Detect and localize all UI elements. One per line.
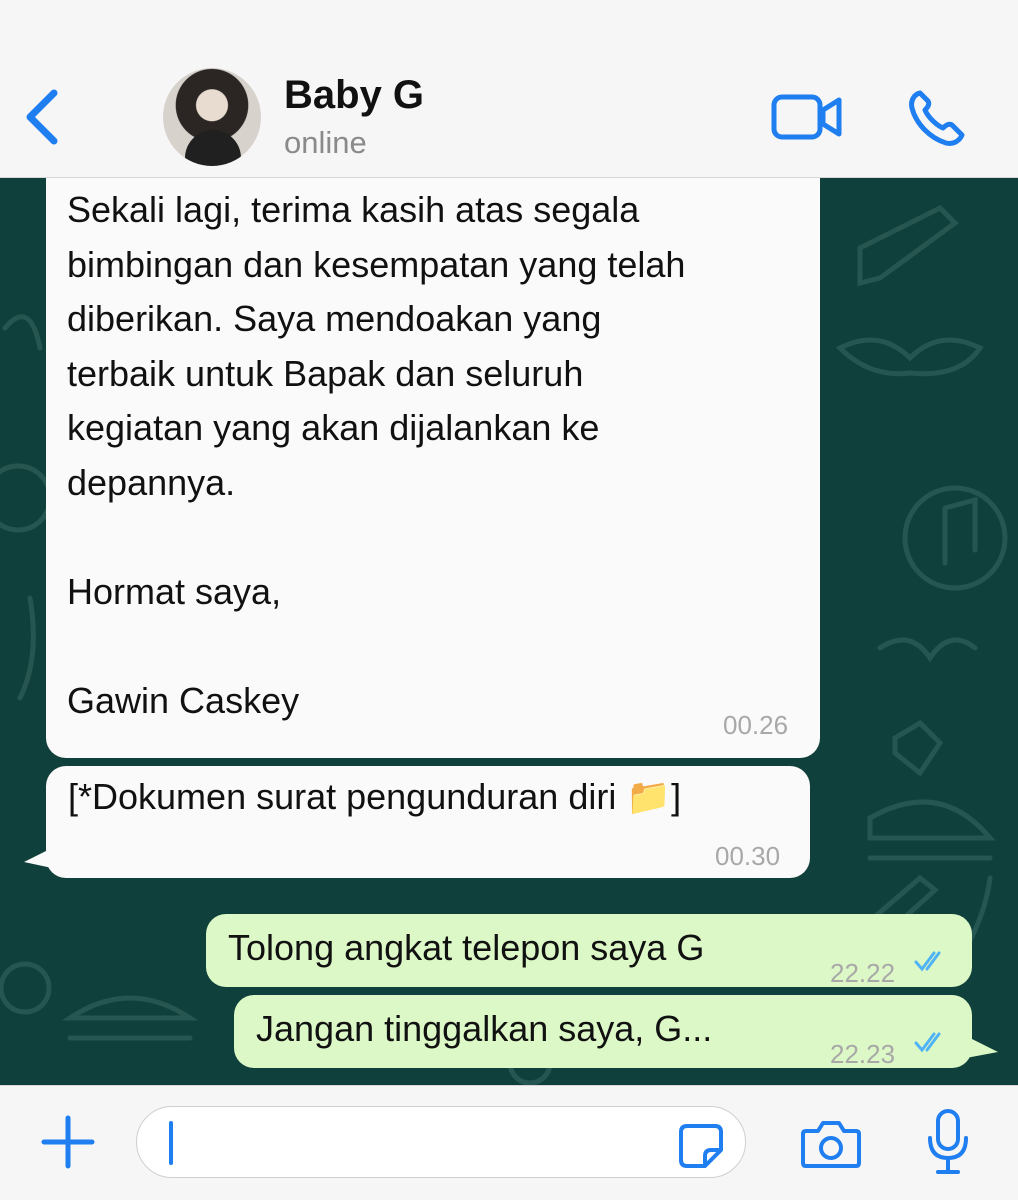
- camera-icon[interactable]: [800, 1119, 862, 1169]
- message-composer: [0, 1085, 1018, 1200]
- message-text: Tolong angkat telepon saya G: [228, 927, 705, 968]
- contact-avatar[interactable]: [163, 68, 261, 166]
- incoming-message[interactable]: Sekali lagi, terima kasih atas segala bi…: [46, 178, 820, 758]
- message-text: [*Dokumen surat pengunduran diri 📁]: [68, 776, 682, 817]
- read-receipt-icon: [914, 951, 941, 972]
- outgoing-message[interactable]: Jangan tinggalkan saya, G... 22.23: [234, 995, 972, 1069]
- back-chevron-icon[interactable]: [20, 85, 70, 150]
- chat-header: Baby G online: [0, 0, 1018, 178]
- voice-call-icon[interactable]: [906, 88, 968, 148]
- plus-icon[interactable]: [38, 1112, 98, 1172]
- message-text: Jangan tinggalkan saya, G...: [256, 1008, 713, 1049]
- chat-area[interactable]: Sekali lagi, terima kasih atas segala bi…: [0, 178, 1018, 1085]
- contact-status: online: [284, 125, 367, 160]
- message-time: 00.26: [723, 710, 789, 740]
- video-call-icon[interactable]: [771, 92, 843, 142]
- read-receipt-icon: [914, 1032, 941, 1053]
- microphone-icon[interactable]: [925, 1108, 971, 1176]
- message-time: 22.23: [830, 1039, 896, 1069]
- bubble-tail: [966, 1036, 998, 1058]
- message-text: Sekali lagi, terima kasih atas segala bi…: [67, 189, 686, 721]
- message-time: 00.30: [715, 841, 781, 871]
- incoming-document-message[interactable]: [*Dokumen surat pengunduran diri 📁] 00.3…: [46, 766, 810, 878]
- text-cursor: [169, 1121, 173, 1165]
- outgoing-message[interactable]: Tolong angkat telepon saya G 22.22: [206, 914, 972, 988]
- message-input[interactable]: [136, 1106, 746, 1178]
- sticker-icon[interactable]: [677, 1122, 725, 1170]
- contact-name[interactable]: Baby G: [284, 73, 424, 118]
- message-time: 22.22: [830, 958, 896, 988]
